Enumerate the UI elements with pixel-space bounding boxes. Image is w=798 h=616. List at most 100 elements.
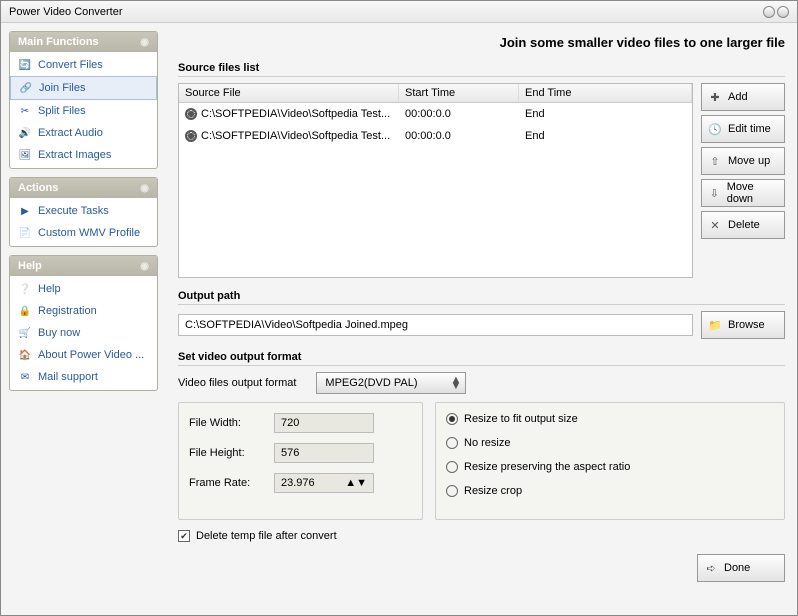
add-button[interactable]: ✚Add xyxy=(701,83,785,111)
btn-label: Delete xyxy=(728,219,760,231)
nav-label: Convert Files xyxy=(38,59,103,71)
output-path-input[interactable] xyxy=(178,314,693,336)
radio-label: No resize xyxy=(464,437,510,449)
sidebar-item-split-files[interactable]: ✂Split Files xyxy=(10,100,157,122)
done-button[interactable]: ➪ Done xyxy=(697,554,785,582)
checkbox-icon: ✔ xyxy=(178,530,190,542)
col-start-time[interactable]: Start Time xyxy=(399,84,519,102)
sidebar-item-registration[interactable]: 🔒 Registration xyxy=(10,300,157,322)
nav-label: Custom WMV Profile xyxy=(38,227,140,239)
nav-label: Mail support xyxy=(38,371,98,383)
play-icon: ▶ xyxy=(18,204,32,218)
panel-title: Actions xyxy=(18,182,58,194)
radio-resize-aspect[interactable]: Resize preserving the aspect ratio xyxy=(446,461,774,473)
file-end: End xyxy=(519,105,692,123)
file-path: C:\SOFTPEDIA\Video\Softpedia Test... xyxy=(201,108,390,120)
sidebar-item-extract-audio[interactable]: 🔊 Extract Audio xyxy=(10,122,157,144)
sidebar-item-mail-support[interactable]: ✉ Mail support xyxy=(10,366,157,388)
radio-icon xyxy=(446,461,458,473)
btn-label: Move up xyxy=(728,155,770,167)
profile-icon: 📄 xyxy=(18,226,32,240)
gear-icon: ◉ xyxy=(140,183,149,194)
width-field[interactable]: 720 xyxy=(274,413,374,433)
btn-label: Done xyxy=(724,562,750,574)
file-start: 00:00:0.0 xyxy=(399,127,519,145)
btn-label: Move down xyxy=(727,181,778,205)
col-source-file[interactable]: Source File xyxy=(179,84,399,102)
radio-label: Resize crop xyxy=(464,485,522,497)
convert-icon: 🔄 xyxy=(18,58,32,72)
radio-resize-fit[interactable]: Resize to fit output size xyxy=(446,413,774,425)
sidebar: Main Functions ◉ 🔄 Convert Files 🔗Join Fi… xyxy=(1,23,166,615)
width-label: File Width: xyxy=(189,417,264,429)
sidebar-item-execute-tasks[interactable]: ▶Execute Tasks xyxy=(10,200,157,222)
sidebar-item-convert-files[interactable]: 🔄 Convert Files xyxy=(10,54,157,76)
edit-time-button[interactable]: 🕓 Edit time xyxy=(701,115,785,143)
film-icon xyxy=(185,108,197,120)
file-start: 00:00:0.0 xyxy=(399,105,519,123)
col-end-time[interactable]: End Time xyxy=(519,84,692,102)
arrow-right-icon: ➪ xyxy=(704,562,718,575)
image-icon: 🖼 xyxy=(18,148,32,162)
mail-icon: ✉ xyxy=(18,370,32,384)
main-functions-panel: Main Functions ◉ 🔄 Convert Files 🔗Join Fi… xyxy=(9,31,158,169)
btn-label: Browse xyxy=(728,319,765,331)
move-down-button[interactable]: ⇩ Move down xyxy=(701,179,785,207)
arrow-down-icon: ⇩ xyxy=(708,187,721,200)
delete-temp-checkbox[interactable]: ✔ Delete temp file after convert xyxy=(178,530,785,542)
format-label: Set video output format xyxy=(178,349,785,366)
radio-icon xyxy=(446,485,458,497)
checkbox-label: Delete temp file after convert xyxy=(196,530,337,542)
sidebar-item-custom-wmv[interactable]: 📄 Custom WMV Profile xyxy=(10,222,157,244)
radio-resize-crop[interactable]: Resize crop xyxy=(446,485,774,497)
main-content: Join some smaller video files to one lar… xyxy=(166,23,797,615)
format-value: MPEG2(DVD PAL) xyxy=(325,377,417,389)
audio-icon: 🔊 xyxy=(18,126,32,140)
close-button[interactable] xyxy=(777,6,789,18)
sidebar-item-extract-images[interactable]: 🖼 Extract Images xyxy=(10,144,157,166)
actions-panel: Actions ◉ ▶Execute Tasks 📄 Custom WMV Pro… xyxy=(9,177,158,247)
height-field[interactable]: 576 xyxy=(274,443,374,463)
nav-label: Extract Images xyxy=(38,149,111,161)
list-item[interactable]: C:\SOFTPEDIA\Video\Softpedia Test... 00:… xyxy=(179,103,692,125)
spinner-icon: ▲▼ xyxy=(451,377,462,389)
sidebar-item-join-files[interactable]: 🔗Join Files xyxy=(10,76,157,100)
clock-icon: 🕓 xyxy=(708,123,722,136)
radio-icon xyxy=(446,413,458,425)
help-panel: Help ◉ ❔Help 🔒 Registration 🛒 Buy now 🏠Abo… xyxy=(9,255,158,391)
panel-title: Main Functions xyxy=(18,36,99,48)
btn-label: Edit time xyxy=(728,123,771,135)
radio-no-resize[interactable]: No resize xyxy=(446,437,774,449)
sidebar-item-help[interactable]: ❔Help xyxy=(10,278,157,300)
browse-button[interactable]: 📁Browse xyxy=(701,311,785,339)
fps-combo[interactable]: 23.976▲▼ xyxy=(274,473,374,493)
sidebar-item-about[interactable]: 🏠About Power Video ... xyxy=(10,344,157,366)
panel-header: Help ◉ xyxy=(10,256,157,276)
join-icon: 🔗 xyxy=(19,81,33,95)
titlebar: Power Video Converter xyxy=(1,1,797,23)
radio-icon xyxy=(446,437,458,449)
delete-button[interactable]: ✕Delete xyxy=(701,211,785,239)
output-path-label: Output path xyxy=(178,288,785,305)
cart-icon: 🛒 xyxy=(18,326,32,340)
radio-label: Resize preserving the aspect ratio xyxy=(464,461,630,473)
move-up-button[interactable]: ⇧Move up xyxy=(701,147,785,175)
gear-icon: ◉ xyxy=(140,261,149,272)
gear-icon: ◉ xyxy=(140,37,149,48)
lock-icon: 🔒 xyxy=(18,304,32,318)
sidebar-item-buy-now[interactable]: 🛒 Buy now xyxy=(10,322,157,344)
file-end: End xyxy=(519,127,692,145)
file-path: C:\SOFTPEDIA\Video\Softpedia Test... xyxy=(201,130,390,142)
panel-header: Main Functions ◉ xyxy=(10,32,157,52)
nav-label: Extract Audio xyxy=(38,127,103,139)
minimize-button[interactable] xyxy=(763,6,775,18)
source-files-label: Source files list xyxy=(178,60,785,77)
source-files-list[interactable]: Source File Start Time End Time C:\SOFTP… xyxy=(178,83,693,278)
nav-label: Registration xyxy=(38,305,97,317)
home-icon: 🏠 xyxy=(18,348,32,362)
film-icon xyxy=(185,130,197,142)
panel-title: Help xyxy=(18,260,42,272)
format-combo[interactable]: MPEG2(DVD PAL) ▲▼ xyxy=(316,372,466,394)
nav-label: Buy now xyxy=(38,327,80,339)
list-item[interactable]: C:\SOFTPEDIA\Video\Softpedia Test... 00:… xyxy=(179,125,692,147)
